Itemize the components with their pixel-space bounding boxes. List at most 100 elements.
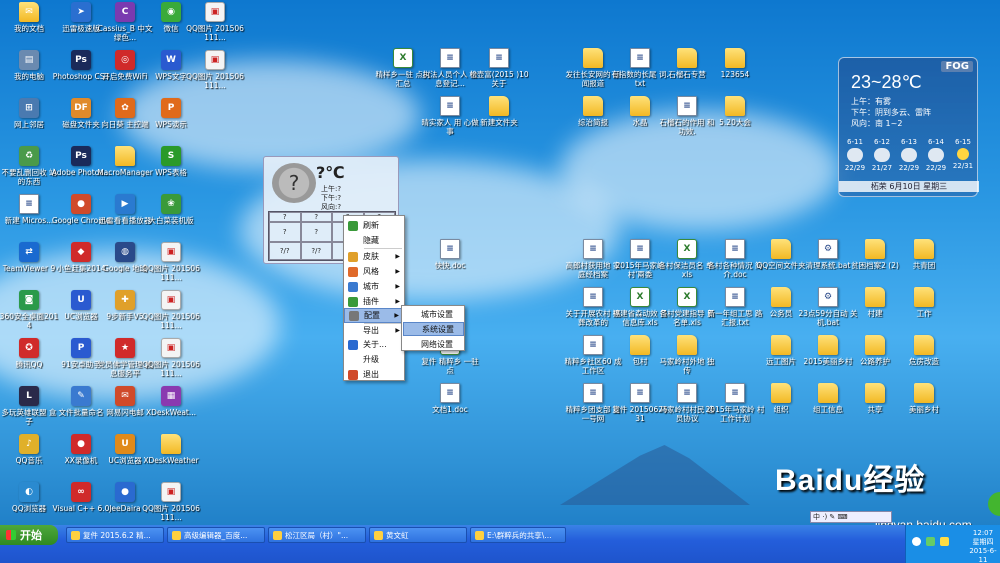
clock[interactable]: 12:07 星期四 2015-6-11 bbox=[966, 529, 1000, 563]
desktop-icon[interactable]: ▦ XDeskWeat... bbox=[142, 386, 200, 434]
folder-icon bbox=[865, 335, 885, 355]
desktop-icon[interactable]: ♻ 不要乱删回收 站的东西 bbox=[0, 146, 58, 194]
menu-item-info[interactable]: 关于... bbox=[344, 337, 404, 352]
menu-item-plugin[interactable]: 插件 ▶ bbox=[344, 294, 404, 309]
taskbar-button[interactable]: 黄文虹 bbox=[369, 527, 467, 543]
desktop-icon[interactable]: ≡ 文档1.doc bbox=[421, 383, 479, 431]
desktop-icon[interactable]: ❀ 大白菜装机版 bbox=[142, 194, 200, 242]
desktop-icon[interactable]: P WPS演示 bbox=[142, 98, 200, 146]
desktop-icon[interactable]: S WPS表格 bbox=[142, 146, 200, 194]
ime-bar[interactable]: 中 ·) ✎ ⌨ bbox=[810, 511, 892, 523]
menu-item-upgrade[interactable]: 升级 bbox=[344, 352, 404, 367]
desktop-icon-label: 5.20大会 bbox=[719, 118, 751, 127]
forecast-temps: 21/27 bbox=[871, 164, 893, 172]
app-icon: ◆ bbox=[71, 242, 91, 262]
grid-header-cell: ? bbox=[300, 212, 332, 222]
refresh-icon bbox=[348, 220, 358, 231]
desktop-icon[interactable]: ◐ QQ浏览器 bbox=[0, 482, 58, 530]
system-tray: 12:07 星期四 2015-6-11 bbox=[905, 525, 1000, 563]
menu-item-skin[interactable]: 皮肤 ▶ bbox=[344, 249, 404, 264]
desktop-icon[interactable]: ◙ 360安全桌面2014 bbox=[0, 290, 58, 338]
desktop-icon[interactable]: ▣ QQ图片 201506111... bbox=[186, 2, 244, 50]
start-button[interactable]: 开始 bbox=[0, 525, 58, 545]
side-tab[interactable] bbox=[988, 492, 1000, 516]
window-icon bbox=[475, 530, 484, 540]
rain-icon bbox=[847, 148, 863, 162]
desktop-icon[interactable]: ▣ QQ图片 201506111... bbox=[186, 50, 244, 98]
taskbar-button[interactable]: 复件 2015.6.2 精... bbox=[66, 527, 164, 543]
tray-icon[interactable] bbox=[940, 537, 949, 546]
grid-bottom-cell: ?/? bbox=[269, 242, 301, 260]
taskbar-button-label: E:\群粹兵的共享\... bbox=[487, 530, 552, 540]
menu-item-exit[interactable]: 退出 bbox=[344, 367, 404, 382]
menu-item-style[interactable]: 风格 ▶ bbox=[344, 264, 404, 279]
desktop-icon[interactable]: 马家岭村外地 独传 bbox=[658, 335, 716, 383]
taskbar-button[interactable]: E:\群粹兵的共享\... bbox=[470, 527, 566, 543]
folder-icon bbox=[914, 335, 934, 355]
menu-item-config[interactable]: 配置 ▶ bbox=[344, 308, 404, 323]
photoshop-icon: Ps bbox=[71, 50, 91, 70]
rain-icon bbox=[928, 148, 944, 162]
folder-icon bbox=[583, 96, 603, 116]
desktop-icon[interactable]: 工作 bbox=[895, 287, 953, 335]
fog-badge: FOG bbox=[941, 61, 973, 72]
menu-item-export[interactable]: 导出 ▶ bbox=[344, 323, 404, 338]
music-icon: ♪ bbox=[19, 434, 39, 454]
submenu-item[interactable]: 系统设置 bbox=[403, 322, 464, 336]
menu-item-refresh[interactable]: 刷新 bbox=[344, 218, 404, 233]
menu-separator bbox=[364, 248, 402, 249]
taskbar-button[interactable]: 松江区局（村）"... bbox=[268, 527, 366, 543]
taskbar-button[interactable]: 高级编辑器_百度... bbox=[167, 527, 265, 543]
desktop-icon[interactable]: ⊞ 网上邻居 bbox=[0, 98, 58, 146]
weather-widget[interactable]: FOG 23~28℃ 上午：有雾 下午：阴到多云、雷阵 风向：南 1~2 6-1… bbox=[838, 57, 979, 197]
desktop-icon[interactable]: ≡ 松壶富(2015 )10关于 bbox=[469, 48, 529, 96]
menu-item-hide[interactable]: 隐藏 bbox=[344, 233, 404, 248]
desktop-icon[interactable]: ✉ 我的文档 bbox=[0, 2, 58, 50]
desktop-icon[interactable]: ▣ QQ图片 201506111... bbox=[142, 290, 200, 338]
app-icon: ✚ bbox=[115, 290, 135, 310]
window-icon bbox=[374, 530, 383, 540]
spreadsheet-icon: X bbox=[677, 239, 697, 259]
desktop-icon[interactable]: ✪ 腾讯QQ bbox=[0, 338, 58, 386]
menu-item-city[interactable]: 城市 ▶ bbox=[344, 279, 404, 294]
desktop-icon[interactable]: 5.20大会 bbox=[706, 96, 764, 144]
player-icon: ▶ bbox=[115, 194, 135, 214]
submenu-arrow-icon: ▶ bbox=[395, 283, 400, 290]
desktop-icon[interactable]: ▤ 我的电脑 bbox=[0, 50, 58, 98]
wps-spreadsheet-icon: S bbox=[161, 146, 181, 166]
tray-icon[interactable] bbox=[912, 537, 921, 546]
image-icon: ▣ bbox=[161, 482, 181, 502]
desktop-icon-label: 危房改造 bbox=[909, 357, 939, 366]
document-icon: ≡ bbox=[583, 335, 603, 355]
desktop-icon[interactable]: 美丽乡村 bbox=[895, 383, 953, 431]
computer-icon: ▤ bbox=[19, 50, 39, 70]
desktop-icon[interactable]: ≡ 快快.doc bbox=[421, 239, 479, 287]
desktop-icon[interactable]: 共青团 bbox=[895, 239, 953, 287]
folder-icon bbox=[914, 287, 934, 307]
document-icon: ≡ bbox=[440, 48, 460, 68]
desktop-icon[interactable]: ▣ QQ图片 201506111... bbox=[142, 482, 200, 530]
submenu-item[interactable]: 城市设置 bbox=[403, 307, 464, 321]
folder-icon bbox=[771, 383, 791, 403]
menu-item-label: 退出 bbox=[363, 370, 379, 379]
desktop-icon[interactable]: XDeskWeather bbox=[142, 434, 200, 482]
tray-icon[interactable] bbox=[926, 537, 935, 546]
desktop-icon[interactable]: ⇄ TeamViewer 9 bbox=[0, 242, 58, 290]
desktop-icon[interactable]: 危房改造 bbox=[895, 335, 953, 383]
forecast-temps: 22/29 bbox=[898, 164, 920, 172]
desktop-icon[interactable]: 123654 bbox=[706, 48, 764, 96]
document-icon: ≡ bbox=[489, 48, 509, 68]
weather-footer: 柘荣 6月10日 星期三 bbox=[839, 181, 979, 192]
baidu-watermark: Baidu经验 jingyan.baidu.com bbox=[775, 455, 975, 532]
desktop-icon[interactable]: ≡ 新建 Micros... bbox=[0, 194, 58, 242]
folder-icon bbox=[677, 335, 697, 355]
submenu-item[interactable]: 网络设置 bbox=[403, 337, 464, 351]
desktop-icon[interactable]: L 多玩英雄联盟 盒子 bbox=[0, 386, 58, 434]
desktop-icon[interactable]: ▣ QQ图片 201506111... bbox=[142, 242, 200, 290]
desktop-icon-label: 共青团 bbox=[912, 261, 936, 270]
desktop-icon[interactable]: ♪ QQ音乐 bbox=[0, 434, 58, 482]
menu-item-label: 升级 bbox=[363, 355, 379, 364]
desktop-icon[interactable]: ▣ QQ图片 201506111... bbox=[142, 338, 200, 386]
desktop-icon[interactable]: 新建文件夹 bbox=[470, 96, 528, 144]
desktop-icon-label: QQ图片 201506111... bbox=[142, 264, 200, 282]
